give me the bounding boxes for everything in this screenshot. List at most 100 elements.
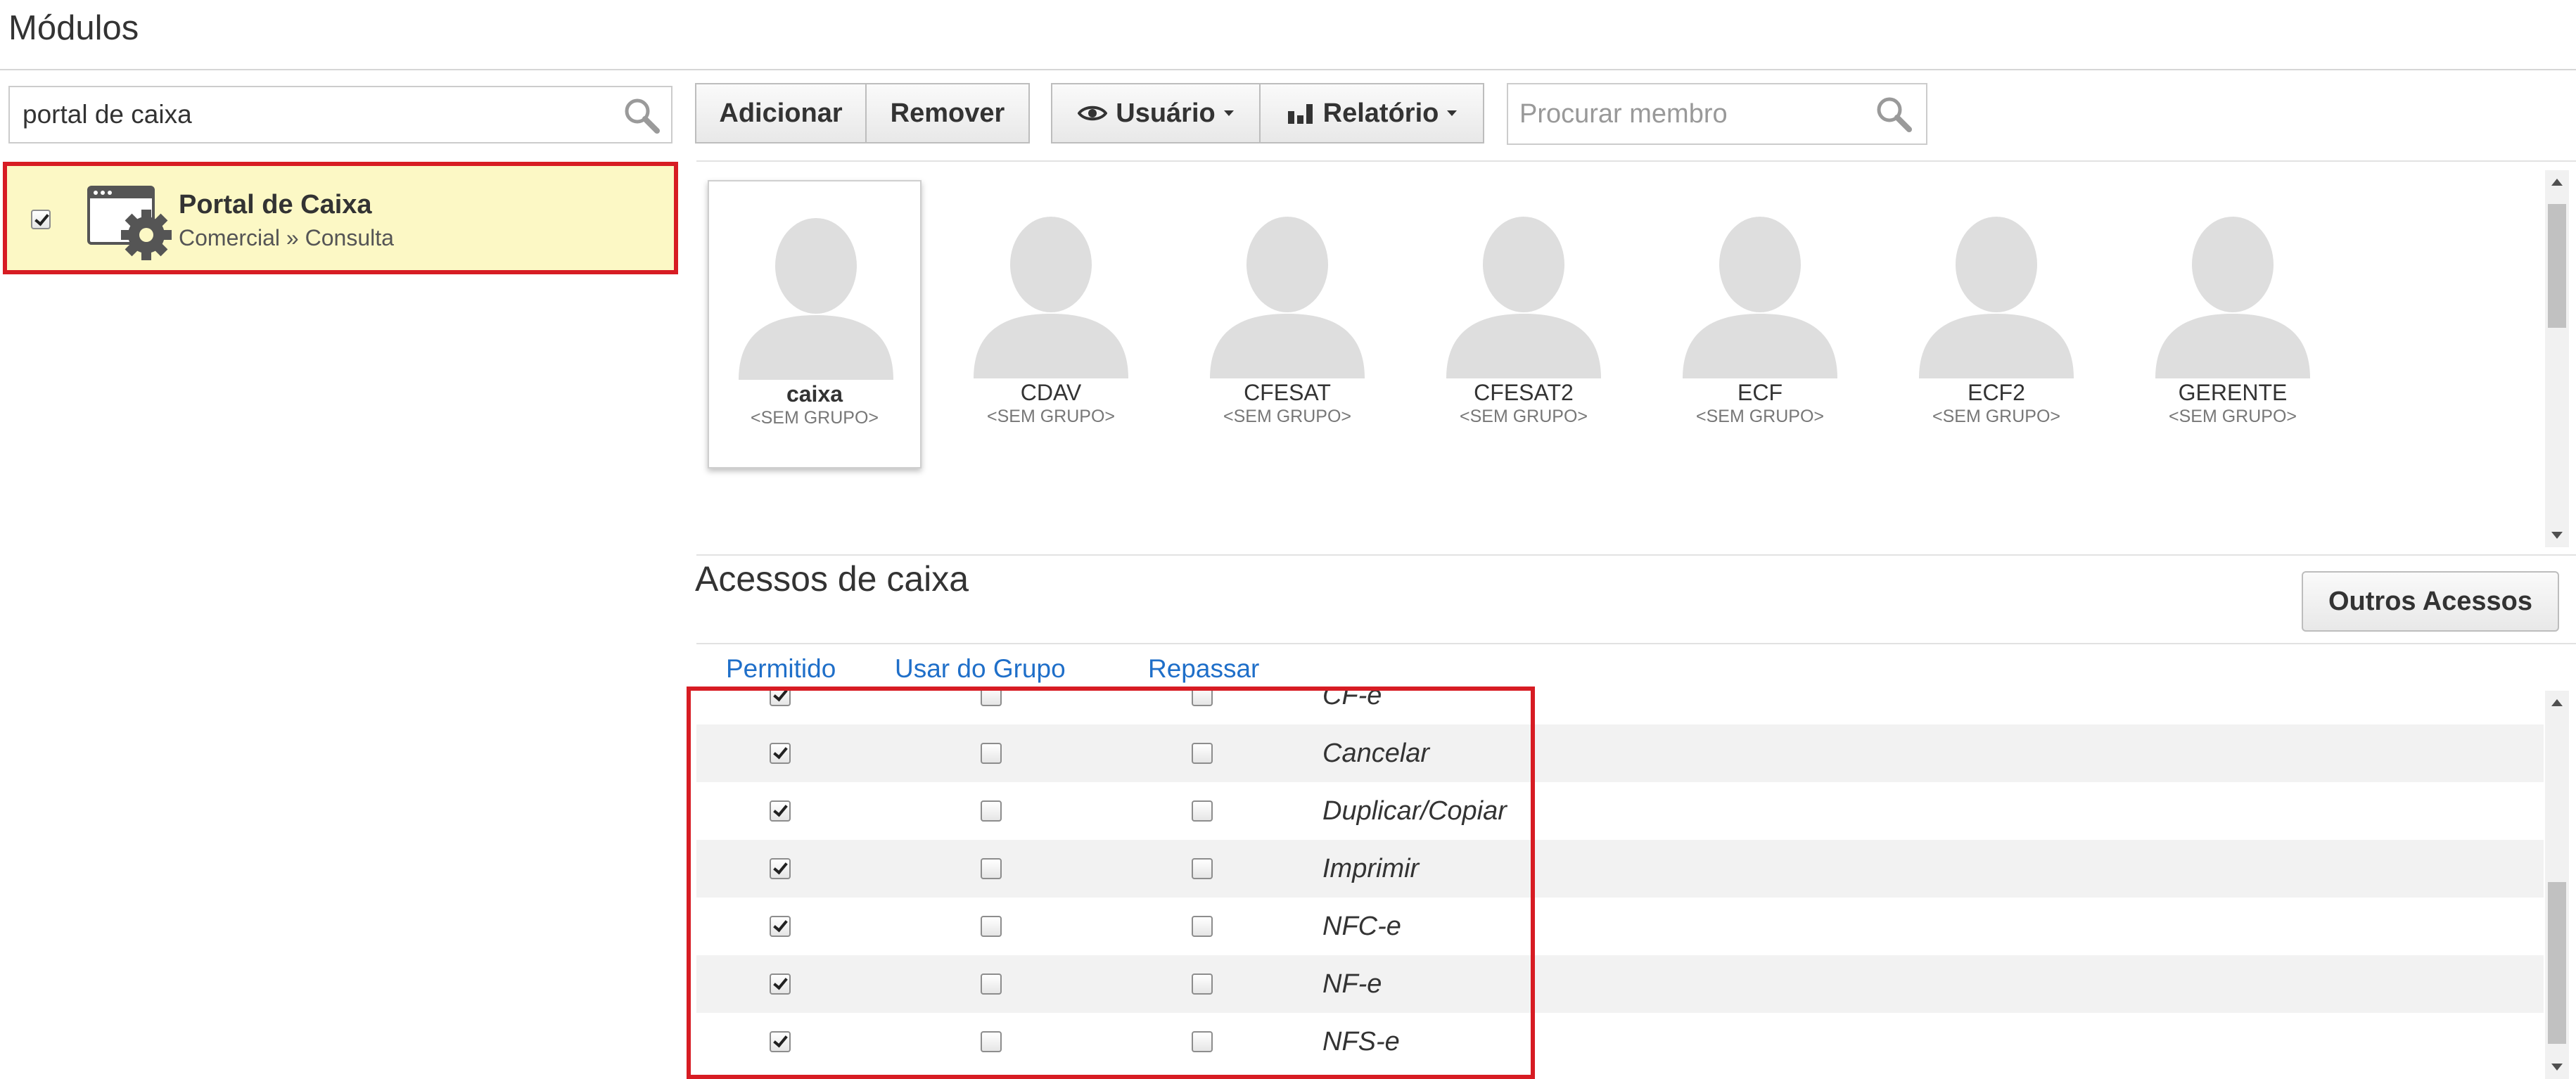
toolbar-divider (696, 160, 2576, 162)
allowed-checkbox[interactable] (770, 800, 791, 822)
app-settings-icon (87, 186, 172, 260)
user-avatar-icon (2155, 549, 2310, 554)
allowed-checkbox[interactable] (770, 688, 791, 706)
use-group-checkbox[interactable] (981, 800, 1002, 822)
access-label: Cancelar (1322, 739, 1430, 768)
user-avatar-icon (1919, 549, 2074, 554)
pass-on-checkbox[interactable] (1192, 800, 1213, 822)
allowed-checkbox[interactable] (770, 858, 791, 879)
access-label: NFS-e (1322, 1027, 1400, 1056)
scroll-up-icon[interactable] (2551, 179, 2563, 186)
member-card[interactable] (2126, 521, 2340, 554)
access-scrollbar[interactable] (2545, 691, 2569, 1079)
allowed-checkbox[interactable] (770, 1031, 791, 1052)
use-group-checkbox[interactable] (981, 743, 1002, 764)
search-icon[interactable] (622, 96, 661, 135)
member-name: caixa (786, 381, 843, 407)
bar-chart-icon (1287, 104, 1313, 124)
module-search-box (8, 86, 672, 143)
use-group-checkbox[interactable] (981, 1031, 1002, 1052)
access-label: Imprimir (1322, 854, 1420, 883)
pass-on-checkbox[interactable] (1192, 916, 1213, 937)
allowed-checkbox[interactable] (770, 916, 791, 937)
pass-on-checkbox[interactable] (1192, 743, 1213, 764)
member-name: CFESAT (1244, 380, 1331, 405)
member-card[interactable] (1889, 521, 2103, 554)
access-table: CF-e Cancelar Duplicar/Copiar Imprimir N… (696, 688, 2544, 1079)
member-group: <SEM GRUPO> (2169, 407, 2297, 426)
scroll-down-icon[interactable] (2551, 1064, 2563, 1071)
user-avatar-icon (1446, 217, 1601, 378)
member-card[interactable]: CFESAT2 <SEM GRUPO> (1417, 180, 1631, 468)
member-group: <SEM GRUPO> (1932, 407, 2060, 426)
chevron-down-icon (1447, 110, 1458, 116)
member-card[interactable]: GERENTE <SEM GRUPO> (2126, 180, 2340, 468)
member-card[interactable]: caixa <SEM GRUPO> (708, 180, 922, 468)
member-card[interactable]: CFESAT <SEM GRUPO> (1180, 180, 1394, 468)
scroll-down-icon[interactable] (2551, 532, 2563, 539)
member-card[interactable] (1180, 521, 1394, 554)
pass-on-checkbox[interactable] (1192, 1031, 1213, 1052)
members-grid: caixa <SEM GRUPO> CDAV <SEM GRUPO> CFESA… (696, 163, 2545, 554)
access-row: Cancelar (696, 724, 2544, 782)
access-title: Acessos de caixa (695, 559, 969, 599)
scrollbar-thumb[interactable] (2548, 882, 2566, 1044)
member-card[interactable]: ECF <SEM GRUPO> (1653, 180, 1867, 468)
report-dropdown-label: Relatório (1322, 98, 1439, 128)
member-group: <SEM GRUPO> (1460, 407, 1588, 426)
member-card[interactable] (708, 521, 922, 554)
eye-icon (1078, 106, 1108, 121)
use-group-checkbox[interactable] (981, 688, 1002, 706)
scroll-up-icon[interactable] (2551, 699, 2563, 706)
access-row: Duplicar/Copiar (696, 782, 2544, 840)
allowed-checkbox[interactable] (770, 743, 791, 764)
member-group: <SEM GRUPO> (751, 408, 879, 428)
member-group: <SEM GRUPO> (1223, 407, 1351, 426)
module-checkbox[interactable] (31, 210, 51, 229)
chevron-down-icon (1223, 110, 1234, 116)
member-card[interactable] (944, 521, 1158, 554)
other-access-button[interactable]: Outros Acessos (2302, 571, 2559, 632)
access-row: Imprimir (696, 840, 2544, 898)
module-name: Portal de Caixa (179, 190, 372, 219)
user-dropdown-button[interactable]: Usuário (1051, 83, 1261, 143)
member-search-input[interactable] (1508, 84, 1874, 143)
access-row: NFS-e (696, 1013, 2544, 1071)
user-avatar-icon (737, 549, 892, 554)
user-dropdown-label: Usuário (1116, 98, 1216, 128)
access-row: NF-e (696, 955, 2544, 1013)
members-scrollbar[interactable] (2545, 170, 2569, 547)
use-group-checkbox[interactable] (981, 973, 1002, 995)
module-item-portal-de-caixa[interactable]: Portal de Caixa Comercial » Consulta (3, 162, 678, 274)
column-header-allowed[interactable]: Permitido (726, 654, 836, 684)
column-header-pass-on[interactable]: Repassar (1148, 654, 1259, 684)
search-icon[interactable] (1874, 94, 1913, 134)
scrollbar-thumb[interactable] (2548, 204, 2566, 328)
member-name: CFESAT2 (1474, 380, 1574, 405)
access-label: NF-e (1322, 969, 1382, 999)
remove-button[interactable]: Remover (865, 83, 1030, 143)
allowed-checkbox[interactable] (770, 973, 791, 995)
use-group-checkbox[interactable] (981, 916, 1002, 937)
add-button[interactable]: Adicionar (695, 83, 867, 143)
page-title: Módulos (8, 9, 139, 47)
report-dropdown-button[interactable]: Relatório (1259, 83, 1484, 143)
access-row: CF-e (696, 688, 2544, 724)
member-card[interactable]: CDAV <SEM GRUPO> (944, 180, 1158, 468)
pass-on-checkbox[interactable] (1192, 858, 1213, 879)
user-avatar-icon (1683, 549, 1837, 554)
member-group: <SEM GRUPO> (1696, 407, 1824, 426)
pass-on-checkbox[interactable] (1192, 688, 1213, 706)
member-name: GERENTE (2178, 380, 2288, 405)
column-header-use-group[interactable]: Usar do Grupo (895, 654, 1066, 684)
member-card[interactable] (1653, 521, 1867, 554)
access-label: CF-e (1322, 688, 1382, 710)
module-search-input[interactable] (10, 87, 615, 142)
use-group-checkbox[interactable] (981, 858, 1002, 879)
pass-on-checkbox[interactable] (1192, 973, 1213, 995)
member-card[interactable]: ECF2 <SEM GRUPO> (1889, 180, 2103, 468)
member-card[interactable] (1417, 521, 1631, 554)
user-avatar-icon (2155, 217, 2310, 378)
section-divider (696, 554, 2576, 556)
member-name: ECF2 (1968, 380, 2025, 405)
